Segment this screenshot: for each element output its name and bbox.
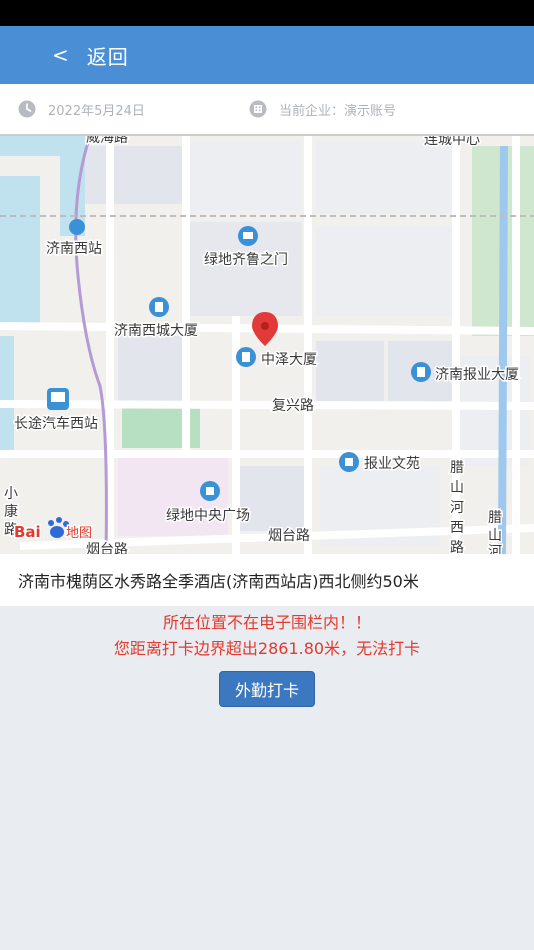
company-text: 当前企业：演示账号 (279, 103, 397, 119)
map-view[interactable]: 济南西站 绿地齐鲁之门 济南西城大厦 中泽大厦 济南报业大厦 复兴路 长途汽车西… (0, 134, 534, 556)
chevron-left-icon: < (52, 43, 69, 67)
label-lashan-right: 腊山河 (488, 510, 502, 556)
label-newspaper-garden: 报业文苑 (364, 456, 420, 472)
building-icon (249, 100, 267, 118)
label-zhongze: 中泽大厦 (261, 352, 317, 368)
label-bus-station: 长途汽车西站 (14, 415, 98, 432)
label-jinan-west-tower: 济南西城大厦 (114, 323, 198, 339)
svg-text:地图: 地图 (66, 526, 92, 541)
label-greenland-qilu: 绿地齐鲁之门 (204, 252, 288, 268)
svg-text:Bai: Bai (14, 523, 41, 541)
clock-icon (18, 100, 36, 118)
warning-line-1: 所在位置不在电子围栏内！！ (162, 613, 371, 632)
address-bar: 济南市槐荫区水秀路全季酒店(济南西站店)西北侧约50米 (0, 554, 534, 606)
company-info: 当前企业：演示账号 (249, 100, 396, 119)
date-text: 2022年5月24日 (48, 103, 145, 119)
label-newspaper-tower: 济南报业大厦 (435, 367, 519, 383)
label-top-road: 威海路 (86, 136, 128, 146)
info-bar: 2022年5月24日 当前企业：演示账号 (0, 84, 534, 134)
label-yantai-road: 烟台路 (268, 528, 310, 544)
nav-bar: < 返回 (0, 26, 534, 84)
status-bar (0, 0, 534, 26)
address-text: 济南市槐荫区水秀路全季酒店(济南西站店)西北侧约50米 (18, 572, 419, 591)
label-fuxing-road: 复兴路 (272, 397, 314, 414)
label-lashan-west: 腊山河西路 (450, 460, 464, 556)
checkin-button[interactable]: 外勤打卡 (219, 671, 315, 707)
warning-line-2: 您距离打卡边界超出2861.80米，无法打卡 (113, 639, 421, 658)
date-info: 2022年5月24日 (18, 100, 145, 119)
back-label: 返回 (86, 44, 129, 69)
label-greenland-central: 绿地中央广场 (166, 508, 250, 524)
label-top-right: 连城中心 (424, 136, 480, 148)
label-jinan-west-station: 济南西站 (46, 241, 102, 257)
back-button[interactable]: < 返回 (52, 26, 129, 84)
